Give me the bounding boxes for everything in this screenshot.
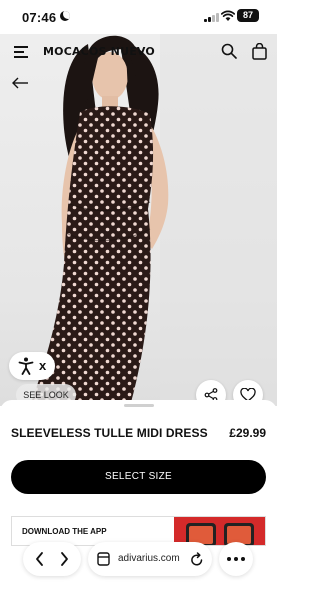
more-icon-dot <box>234 557 238 561</box>
product-name: SLEEVELESS TULLE MIDI DRESS <box>11 426 208 440</box>
more-icon-dot <box>241 557 245 561</box>
brand-logo[interactable]: MOCACOS NUEVO <box>43 45 155 58</box>
chevron-right-icon[interactable] <box>57 550 71 568</box>
product-image[interactable] <box>0 34 277 406</box>
signal-icon <box>204 12 219 22</box>
reload-icon[interactable] <box>190 551 204 567</box>
menu-icon[interactable] <box>14 46 28 58</box>
more-button[interactable] <box>219 542 253 576</box>
browser-nav-group <box>23 542 81 576</box>
battery-icon: 87 <box>237 9 259 22</box>
accessibility-icon[interactable] <box>18 357 34 375</box>
browser-toolbar: adivarius.com <box>0 530 277 600</box>
model-photo <box>30 34 277 406</box>
search-icon[interactable] <box>221 43 237 59</box>
tabs-icon[interactable] <box>97 552 110 566</box>
product-price: £29.99 <box>229 426 266 440</box>
site-header: MOCACOS NUEVO <box>0 34 277 72</box>
status-bar: 07:46 87 <box>0 0 277 34</box>
status-time: 07:46 <box>22 10 57 25</box>
more-icon <box>227 557 231 561</box>
accessibility-widget[interactable]: x <box>9 352 55 380</box>
moon-icon <box>60 11 70 21</box>
address-bar[interactable]: adivarius.com <box>88 542 212 576</box>
close-accessibility-button[interactable]: x <box>39 358 46 373</box>
wifi-icon <box>221 10 235 21</box>
select-size-button[interactable]: SELECT SIZE <box>11 460 266 494</box>
chevron-left-icon[interactable] <box>33 550 47 568</box>
sheet-handle[interactable] <box>124 404 154 407</box>
url-text[interactable]: adivarius.com <box>118 553 180 564</box>
shopping-bag-icon[interactable] <box>252 43 267 60</box>
back-arrow-icon[interactable] <box>11 76 29 90</box>
